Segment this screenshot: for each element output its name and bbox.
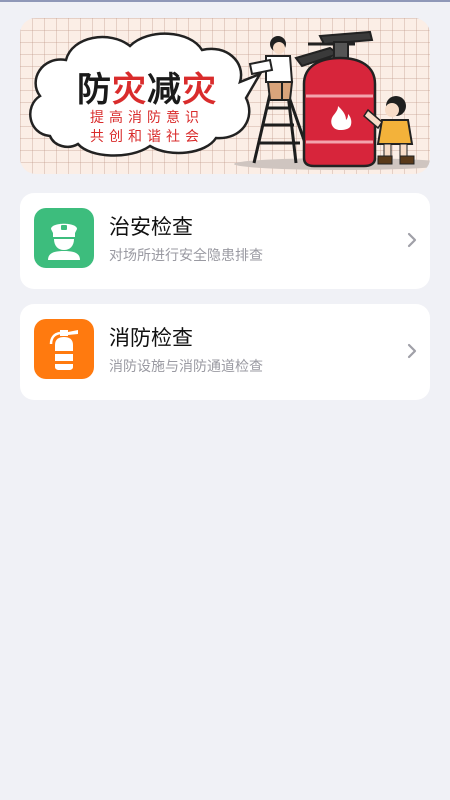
fire-extinguisher-art	[294, 30, 377, 168]
fire-inspection-card[interactable]: 消防检查 消防设施与消防通道检查	[20, 304, 430, 400]
chevron-right-icon	[407, 343, 417, 359]
card-description: 对场所进行安全隐患排查	[109, 248, 263, 264]
security-inspection-card[interactable]: 治安检查 对场所进行安全隐患排查	[20, 193, 430, 289]
card-title: 治安检查	[109, 215, 193, 239]
banner-title: 防灾减灾	[77, 70, 217, 110]
card-title: 消防检查	[109, 326, 193, 350]
top-divider	[0, 0, 450, 2]
chevron-right-icon	[407, 232, 417, 248]
fire-extinguisher-icon	[34, 319, 94, 379]
card-description: 消防设施与消防通道检查	[109, 359, 263, 375]
fire-safety-banner[interactable]: 防灾减灾 提高消防意识 共创和谐社会	[20, 18, 430, 174]
police-officer-icon	[34, 208, 94, 268]
banner-subtitle-line2: 共创和谐社会	[90, 129, 204, 145]
man-on-ladder	[248, 36, 294, 101]
banner-subtitle-line1: 提高消防意识	[90, 110, 204, 126]
